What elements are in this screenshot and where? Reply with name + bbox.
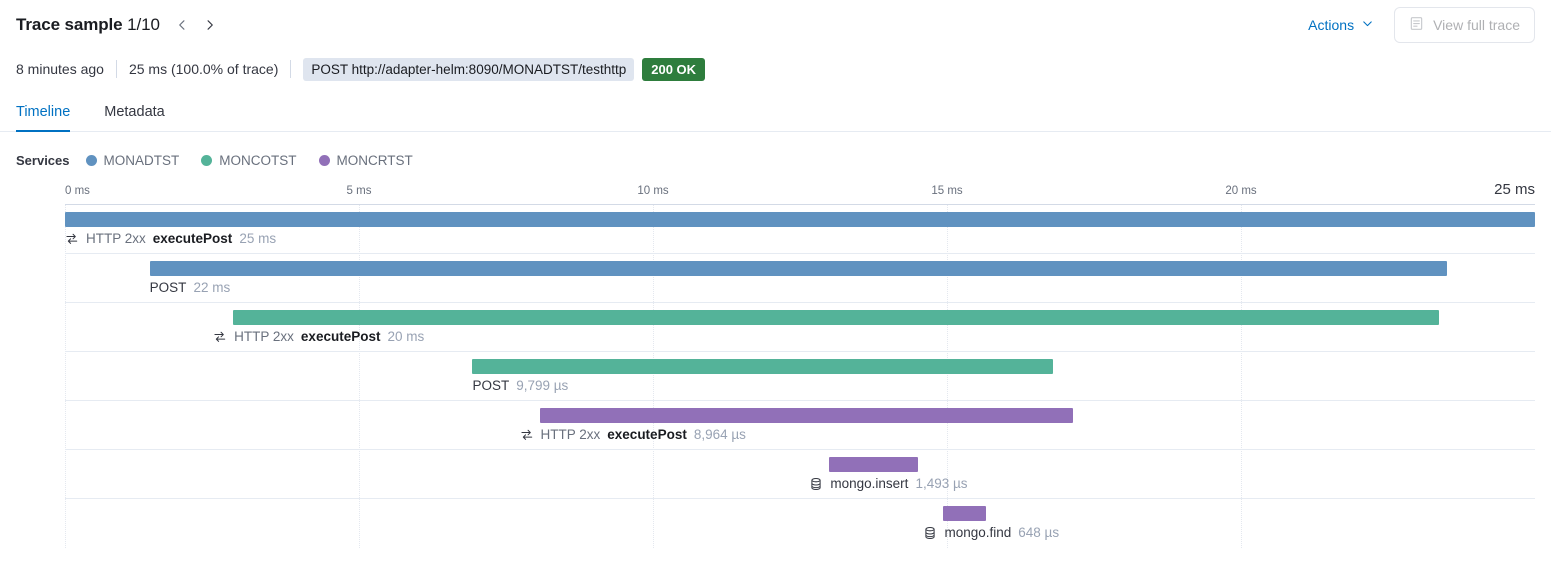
span-name: mongo.find [944,525,1012,540]
legend-color-dot [201,154,213,166]
timeline-span-row[interactable]: HTTP 2xx executePost 25 ms [65,205,1535,254]
trace-header: Trace sample 1/10 Actions View full trac… [0,0,1551,50]
page-title: Trace sample 1/10 [16,15,160,35]
page-title-fraction: 1/10 [127,15,160,34]
meta-divider-2 [290,60,292,78]
timeline-span-row[interactable]: mongo.insert 1,493 µs [65,450,1535,499]
tab-metadata[interactable]: Metadata [104,104,164,131]
legend-color-dot [85,154,97,166]
chevron-right-icon [203,18,217,32]
span-label: POST 22 ms [150,280,231,295]
header-actions: Actions View full trace [1308,7,1535,43]
span-name: executePost [152,231,233,246]
span-name: POST [472,378,510,393]
span-label: HTTP 2xx executePost 20 ms [213,329,424,344]
axis-tick-label: 10 ms [637,185,669,197]
request-url-badge: POST http://adapter-helm:8090/MONADTST/t… [303,57,635,81]
timeline-span-row[interactable]: mongo.find 648 µs [65,499,1535,548]
span-duration: 25 ms [239,231,277,246]
database-icon [923,526,937,540]
span-bar[interactable] [539,408,1074,423]
axis-tick-label: 15 ms [931,185,963,197]
span-bar[interactable] [472,359,1053,374]
axis-tick-label: 0 ms [65,185,90,197]
trace-timeline: 0 ms 5 ms 10 ms 15 ms 20 ms 25 ms HTTP 2xx exe… [16,179,1535,548]
status-badge: 200 OK [642,57,706,81]
transaction-icon [520,428,534,442]
span-duration: 8,964 µs [693,427,746,442]
trace-meta-row: 8 minutes ago 25 ms (100.0% of trace) PO… [0,50,1551,88]
span-http-status: HTTP 2xx [234,329,294,344]
transaction-icon [65,232,79,246]
actions-button-label: Actions [1308,17,1355,33]
timeline-axis: 0 ms 5 ms 10 ms 15 ms 20 ms 25 ms [16,179,1535,205]
span-duration: 648 µs [1018,525,1060,540]
span-label: mongo.insert 1,493 µs [809,476,968,491]
legend-item-moncotst: MONCOTST [201,152,297,168]
page-title-text: Trace sample [16,15,128,34]
span-http-status: HTTP 2xx [86,231,146,246]
previous-sample-button[interactable] [170,13,194,37]
span-duration: 22 ms [193,280,231,295]
trace-timestamp: 8 minutes ago [16,61,104,77]
span-label: POST 9,799 µs [472,378,568,393]
span-label: HTTP 2xx executePost 8,964 µs [520,427,746,442]
span-name: mongo.insert [830,476,909,491]
trace-duration: 25 ms (100.0% of trace) [128,61,279,77]
database-icon [809,477,823,491]
chevron-left-icon [175,18,189,32]
span-name: executePost [300,329,381,344]
span-bar[interactable] [149,261,1447,276]
span-duration: 1,493 µs [915,476,968,491]
timeline-span-row[interactable]: POST 9,799 µs [65,352,1535,401]
meta-divider-1 [115,60,117,78]
legend-item-label: MONADTST [103,152,180,168]
timeline-span-row[interactable]: HTTP 2xx executePost 20 ms [65,303,1535,352]
span-duration: 9,799 µs [516,378,569,393]
axis-tick-label: 25 ms [1494,181,1535,198]
chevron-down-icon [1361,17,1374,33]
legend-color-dot [318,154,330,166]
detail-tabs: Timeline Metadata [0,92,1551,132]
legend-item-monadtst: MONADTST [85,152,180,168]
span-bar[interactable] [233,310,1439,325]
span-http-status: HTTP 2xx [540,427,601,442]
services-legend-label: Services [16,152,70,168]
legend-item-moncrtst: MONCRTST [318,152,413,168]
legend-item-label: MONCOTST [219,152,297,168]
transaction-icon [213,330,227,344]
legend-item-label: MONCRTST [336,152,413,168]
services-legend: Services MONADTST MONCOTST MONCRTST [0,141,1551,179]
document-icon [1409,16,1424,34]
timeline-span-row[interactable]: POST 22 ms [65,254,1535,303]
span-name: executePost [607,427,687,442]
timeline-rows: HTTP 2xx executePost 25 ms POST 22 ms HTTP 2x… [65,205,1535,548]
axis-tick-label: 5 ms [346,185,372,197]
span-duration: 20 ms [387,329,425,344]
axis-tick-label: 20 ms [1225,185,1257,197]
view-full-trace-button[interactable]: View full trace [1394,7,1535,43]
span-bar[interactable] [943,506,986,521]
span-label: mongo.find 648 µs [923,525,1059,540]
span-bar[interactable] [829,457,918,472]
view-full-trace-label: View full trace [1433,17,1520,33]
actions-button[interactable]: Actions [1308,17,1374,33]
tab-timeline[interactable]: Timeline [16,104,71,132]
span-name: POST [149,280,187,295]
next-sample-button[interactable] [198,13,222,37]
sample-pager [170,13,222,37]
span-bar[interactable] [65,212,1535,227]
span-label: HTTP 2xx executePost 25 ms [65,231,276,246]
timeline-span-row[interactable]: HTTP 2xx executePost 8,964 µs [65,401,1535,450]
